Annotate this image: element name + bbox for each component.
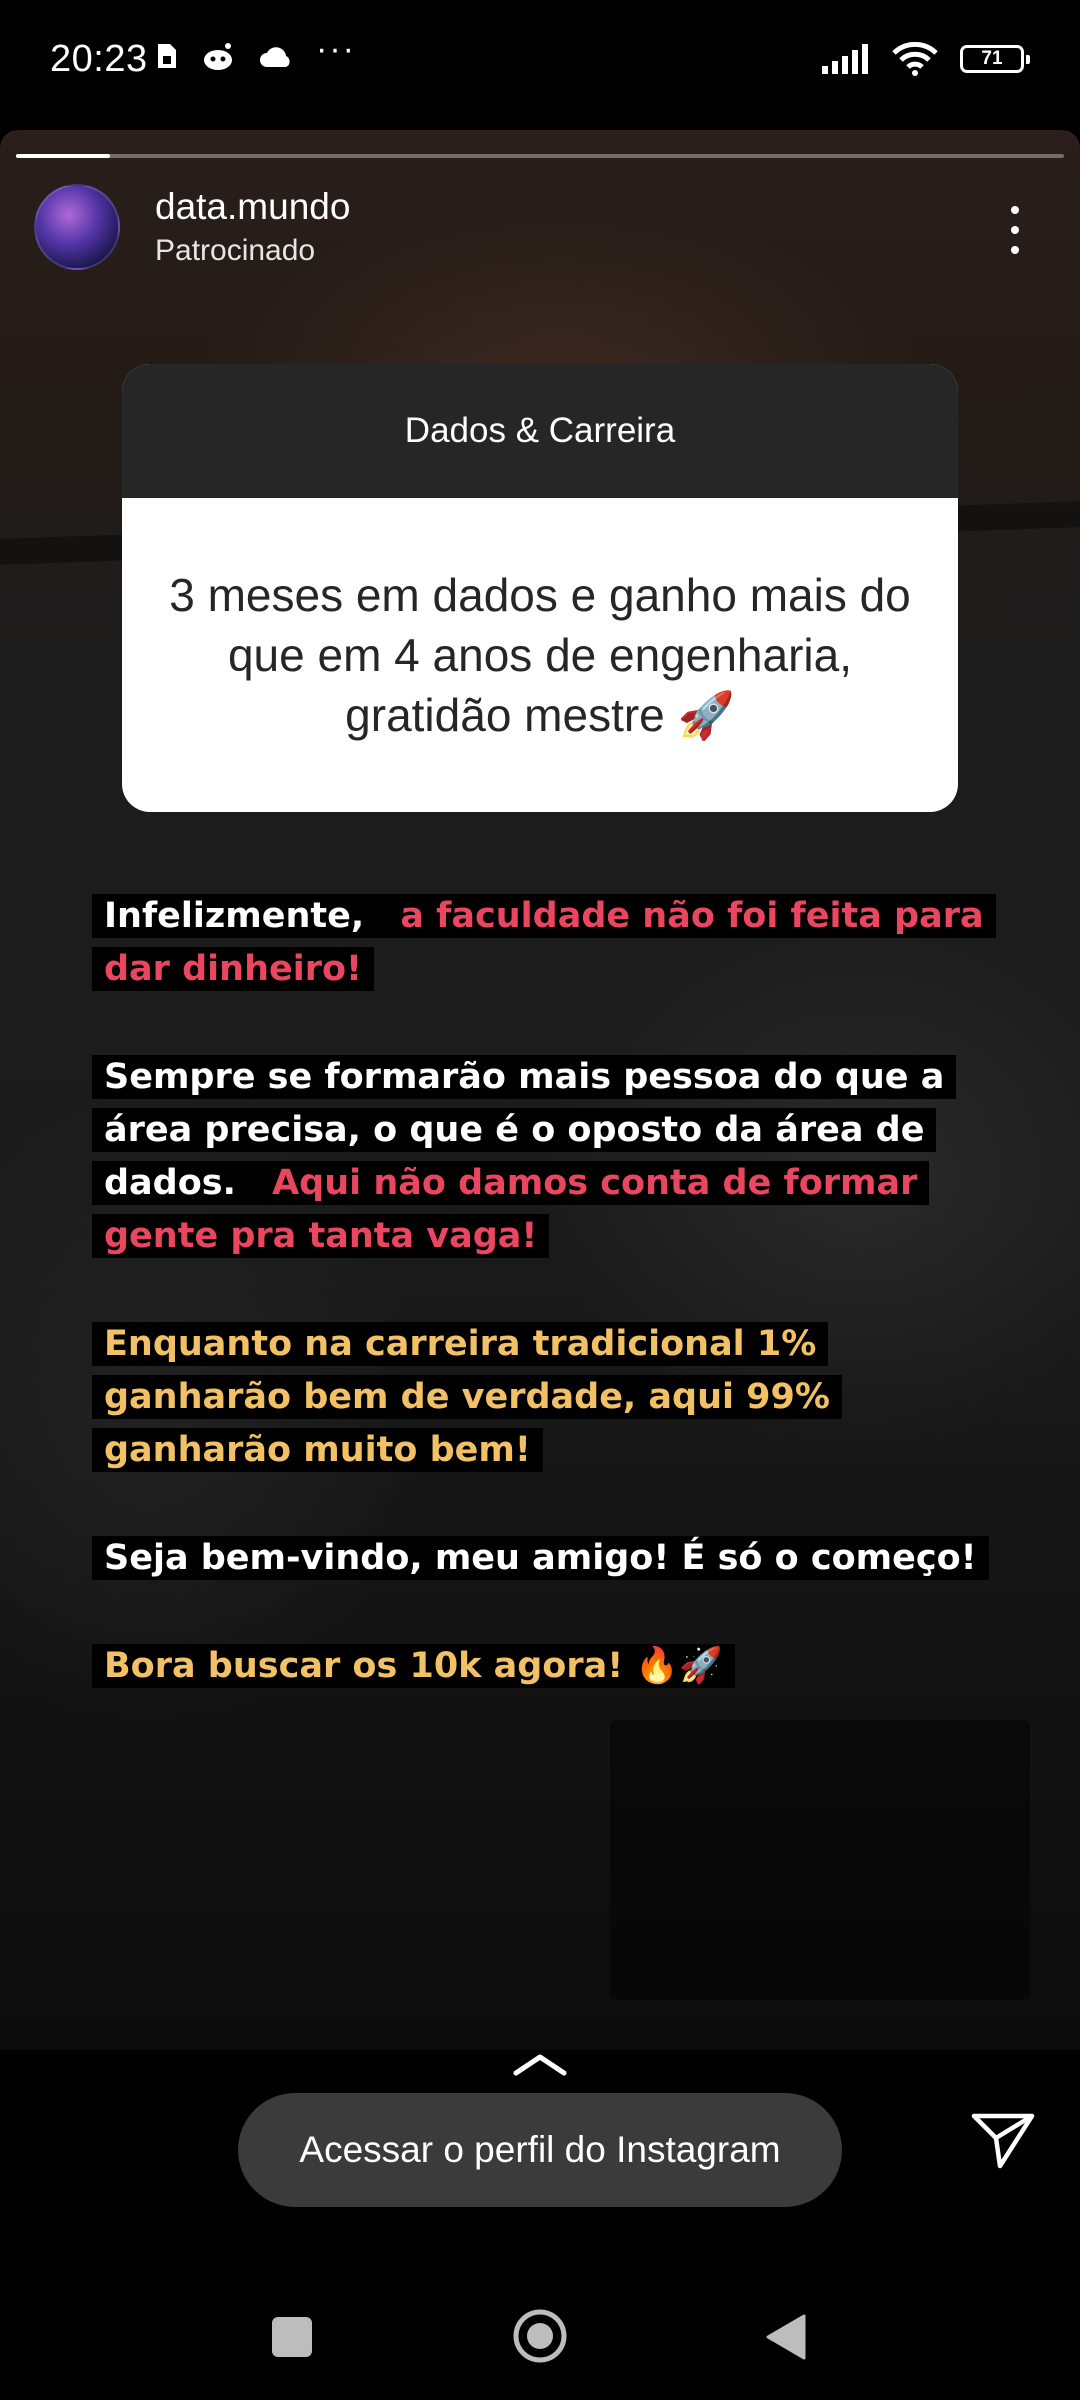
visit-profile-button[interactable]: Acessar o perfil do Instagram bbox=[238, 2093, 842, 2207]
signal-icon bbox=[822, 44, 868, 74]
recents-square-icon[interactable] bbox=[272, 2317, 312, 2357]
home-circle-icon[interactable] bbox=[512, 2308, 568, 2364]
question-sticker-header: Dados & Carreira bbox=[122, 364, 958, 498]
story-captions: Infelizmente, a faculdade não foi feita … bbox=[92, 890, 1002, 1748]
battery-icon: 71 bbox=[960, 45, 1030, 73]
caption-segment: Bora buscar os 10k agora! 🔥🚀 bbox=[92, 1644, 735, 1688]
avatar[interactable] bbox=[34, 184, 120, 270]
caption-segment: Seja bem-vindo, meu amigo! É só o começo… bbox=[92, 1536, 989, 1580]
caption-block: Infelizmente, a faculdade não foi feita … bbox=[92, 890, 1002, 996]
caption-block: Sempre se formarão mais pessoa do que a … bbox=[92, 1051, 1002, 1263]
visit-profile-label: Acessar o perfil do Instagram bbox=[299, 2129, 781, 2170]
status-bar: 20:23 ··· 71 bbox=[0, 0, 1080, 130]
question-sticker-title: Dados & Carreira bbox=[404, 411, 676, 450]
chevron-up-icon[interactable] bbox=[512, 2051, 568, 2077]
screen: 20:23 ··· 71 data.mundo Patrocinado Dado… bbox=[0, 0, 1080, 2400]
story-view[interactable]: data.mundo Patrocinado Dados & Carreira … bbox=[0, 130, 1080, 2050]
more-notifications-icon: ··· bbox=[316, 29, 356, 68]
cloud-icon bbox=[260, 47, 290, 67]
caption-block: Enquanto na carreira tradicional 1% ganh… bbox=[92, 1318, 1002, 1477]
status-time: 20:23 bbox=[50, 38, 148, 80]
notification-icons: ··· bbox=[156, 30, 356, 72]
caption-segment: Enquanto na carreira tradicional 1% ganh… bbox=[92, 1322, 842, 1472]
sponsored-label: Patrocinado bbox=[155, 234, 316, 267]
story-progress-fill bbox=[16, 154, 111, 158]
navigation-bar bbox=[0, 2260, 1080, 2400]
system-icons: 71 bbox=[822, 42, 1030, 76]
caption-segment: Infelizmente, bbox=[92, 894, 389, 938]
sim-card-icon bbox=[158, 44, 176, 68]
caption-block: Seja bem-vindo, meu amigo! É só o começo… bbox=[92, 1532, 1002, 1585]
question-sticker-body: 3 meses em dados e ganho mais do que em … bbox=[122, 498, 958, 812]
username[interactable]: data.mundo bbox=[155, 186, 350, 228]
more-vertical-icon-dot-1 bbox=[1011, 206, 1019, 214]
reddit-icon bbox=[204, 43, 232, 70]
question-sticker-text: 3 meses em dados e ganho mais do que em … bbox=[169, 569, 911, 741]
question-sticker: Dados & Carreira 3 meses em dados e ganh… bbox=[122, 364, 958, 812]
background-shape bbox=[610, 1720, 1030, 2000]
story-progress-bar bbox=[16, 154, 1064, 158]
back-triangle-icon[interactable] bbox=[764, 2314, 806, 2360]
wifi-icon bbox=[892, 42, 938, 76]
more-vertical-icon-dot-3 bbox=[1011, 246, 1019, 254]
more-options-button[interactable] bbox=[990, 200, 1040, 260]
caption-block: Bora buscar os 10k agora! 🔥🚀 bbox=[92, 1640, 1002, 1693]
more-vertical-icon-dot-2 bbox=[1011, 226, 1019, 234]
send-icon[interactable] bbox=[970, 2110, 1036, 2170]
battery-level: 71 bbox=[981, 48, 1003, 69]
